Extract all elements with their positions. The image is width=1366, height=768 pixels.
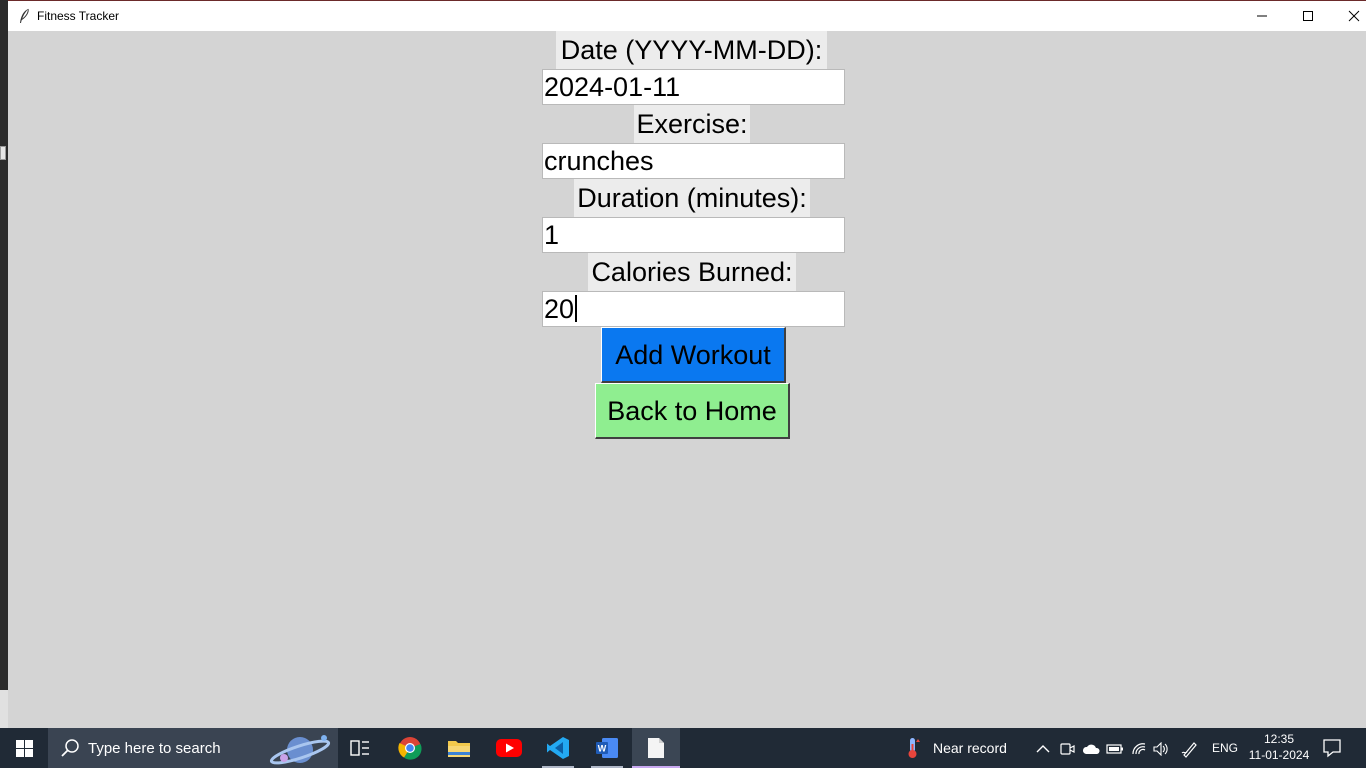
close-icon <box>1348 10 1360 22</box>
search-icon <box>61 739 79 757</box>
chrome-icon <box>398 737 422 760</box>
language-indicator[interactable]: ENG <box>1212 741 1238 755</box>
add-workout-button[interactable]: Add Workout <box>601 327 786 383</box>
clock-time: 12:35 <box>1263 732 1295 746</box>
taskbar-vscode[interactable] <box>534 728 582 768</box>
background-window-edge <box>0 146 6 160</box>
word-icon: W <box>596 738 618 758</box>
clock-date: 11-01-2024 <box>1248 748 1310 762</box>
calories-input-value: 20 <box>544 294 575 324</box>
fitness-tracker-window: Fitness Tracker Date (YYYY-MM-DD): 2024-… <box>8 0 1366 728</box>
wifi-icon <box>1132 743 1146 755</box>
search-highlight-planet-icon <box>269 735 331 765</box>
taskbar-youtube[interactable] <box>485 728 533 768</box>
exercise-input-value: crunches <box>544 146 654 176</box>
date-label: Date (YYYY-MM-DD): <box>556 31 827 69</box>
notification-icon <box>1323 739 1341 758</box>
calories-input[interactable]: 20 <box>542 291 845 327</box>
onedrive-button[interactable] <box>1082 740 1100 758</box>
weather-widget[interactable]: Near record <box>905 728 1007 768</box>
minimize-icon <box>1257 15 1267 17</box>
exercise-label: Exercise: <box>634 105 750 143</box>
duration-input[interactable]: 1 <box>542 217 845 253</box>
battery-icon <box>1106 744 1123 754</box>
date-input-value: 2024-01-11 <box>544 72 681 102</box>
notification-center-button[interactable] <box>1322 738 1342 763</box>
taskbar-chrome[interactable] <box>386 728 434 768</box>
notepad-icon <box>648 738 664 758</box>
maximize-button[interactable] <box>1285 1 1331 31</box>
pen-workspace-button[interactable] <box>1181 740 1199 758</box>
exercise-input[interactable]: crunches <box>542 143 845 179</box>
maximize-icon <box>1303 11 1313 21</box>
date-input[interactable]: 2024-01-11 <box>542 69 845 105</box>
camera-icon <box>1060 743 1075 755</box>
battery-button[interactable] <box>1106 740 1124 758</box>
clock[interactable]: 12:35 11-01-2024 <box>1246 731 1312 763</box>
file-explorer-icon <box>448 741 470 757</box>
volume-button[interactable] <box>1152 740 1170 758</box>
taskbar: Type here to search W Near record ENG 12… <box>0 728 1366 768</box>
minimize-button[interactable] <box>1239 1 1285 31</box>
window-title: Fitness Tracker <box>37 9 120 23</box>
taskbar-notepad[interactable] <box>632 728 680 768</box>
svg-text:W: W <box>598 744 607 754</box>
cloud-icon <box>1082 744 1100 754</box>
calories-label: Calories Burned: <box>588 253 796 291</box>
task-view-icon <box>350 740 369 756</box>
taskbar-word[interactable]: W <box>583 728 631 768</box>
search-placeholder: Type here to search <box>88 740 221 757</box>
background-desktop-edge <box>0 0 8 728</box>
thermometer-icon <box>908 738 920 758</box>
pen-icon <box>1181 742 1197 758</box>
feather-icon <box>20 8 29 23</box>
start-button[interactable] <box>0 728 48 768</box>
youtube-icon <box>496 739 522 757</box>
taskbar-file-explorer[interactable] <box>435 728 483 768</box>
title-bar[interactable]: Fitness Tracker <box>8 0 1366 31</box>
duration-input-value: 1 <box>544 220 560 250</box>
duration-label: Duration (minutes): <box>574 179 810 217</box>
task-view-button[interactable] <box>336 728 384 768</box>
meet-now-button[interactable] <box>1058 740 1076 758</box>
vscode-icon <box>547 737 569 759</box>
windows-icon <box>15 739 33 757</box>
chevron-up-icon <box>1036 745 1050 753</box>
back-to-home-button[interactable]: Back to Home <box>595 383 790 439</box>
network-button[interactable] <box>1130 740 1148 758</box>
text-caret <box>575 295 578 322</box>
background-window-edge-bottom <box>0 690 8 728</box>
show-hidden-icons-button[interactable] <box>1034 740 1052 758</box>
speaker-icon <box>1153 742 1168 756</box>
close-button[interactable] <box>1331 1 1366 31</box>
weather-text: Near record <box>933 740 1007 756</box>
taskbar-search-box[interactable]: Type here to search <box>48 728 338 768</box>
